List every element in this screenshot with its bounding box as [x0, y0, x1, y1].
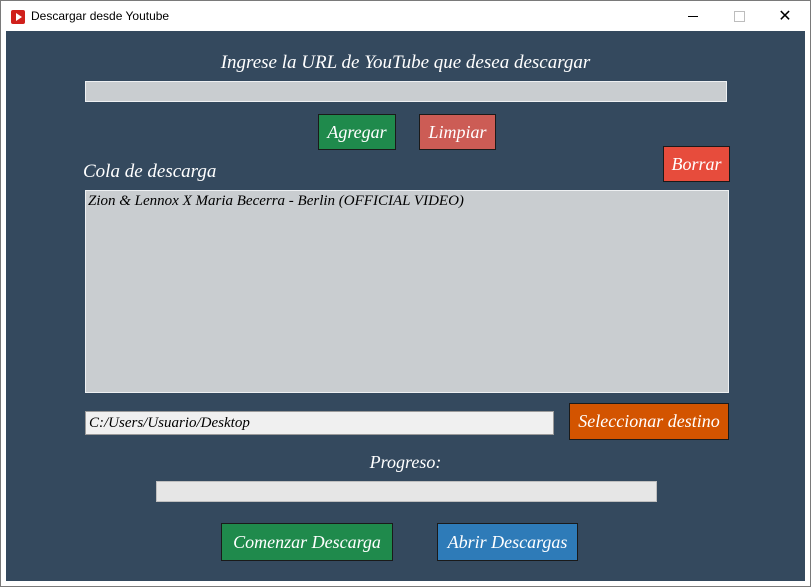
url-input[interactable]	[85, 81, 727, 102]
maximize-icon	[733, 10, 745, 22]
add-button[interactable]: Agregar	[318, 114, 396, 150]
youtube-icon	[11, 10, 25, 24]
app-window: Descargar desde Youtube ✕ Ingrese la URL…	[0, 0, 811, 587]
minimize-button[interactable]	[670, 1, 716, 31]
destination-path-field[interactable]: C:/Users/Usuario/Desktop	[85, 411, 554, 435]
close-button[interactable]: ✕	[762, 1, 808, 31]
url-label: Ingrese la URL de YouTube que desea desc…	[220, 52, 591, 73]
maximize-button[interactable]	[716, 1, 762, 31]
close-icon: ✕	[778, 6, 792, 25]
delete-button[interactable]: Borrar	[663, 146, 730, 182]
open-downloads-button[interactable]: Abrir Descargas	[437, 523, 578, 561]
progress-label: Progreso:	[369, 452, 442, 472]
window-title: Descargar desde Youtube	[31, 9, 170, 23]
queue-label: Cola de descarga	[83, 161, 217, 182]
title-bar[interactable]: Descargar desde Youtube ✕	[1, 1, 810, 31]
minimize-icon	[688, 15, 698, 17]
select-destination-button[interactable]: Seleccionar destino	[569, 403, 729, 440]
list-item[interactable]: Zion & Lennox X Maria Becerra - Berlin (…	[88, 193, 464, 210]
progress-bar	[156, 481, 657, 502]
download-queue-list[interactable]: Zion & Lennox X Maria Becerra - Berlin (…	[85, 190, 729, 393]
start-download-button[interactable]: Comenzar Descarga	[221, 523, 393, 561]
main-panel: Ingrese la URL de YouTube que desea desc…	[6, 31, 805, 581]
clear-button[interactable]: Limpiar	[419, 114, 496, 150]
